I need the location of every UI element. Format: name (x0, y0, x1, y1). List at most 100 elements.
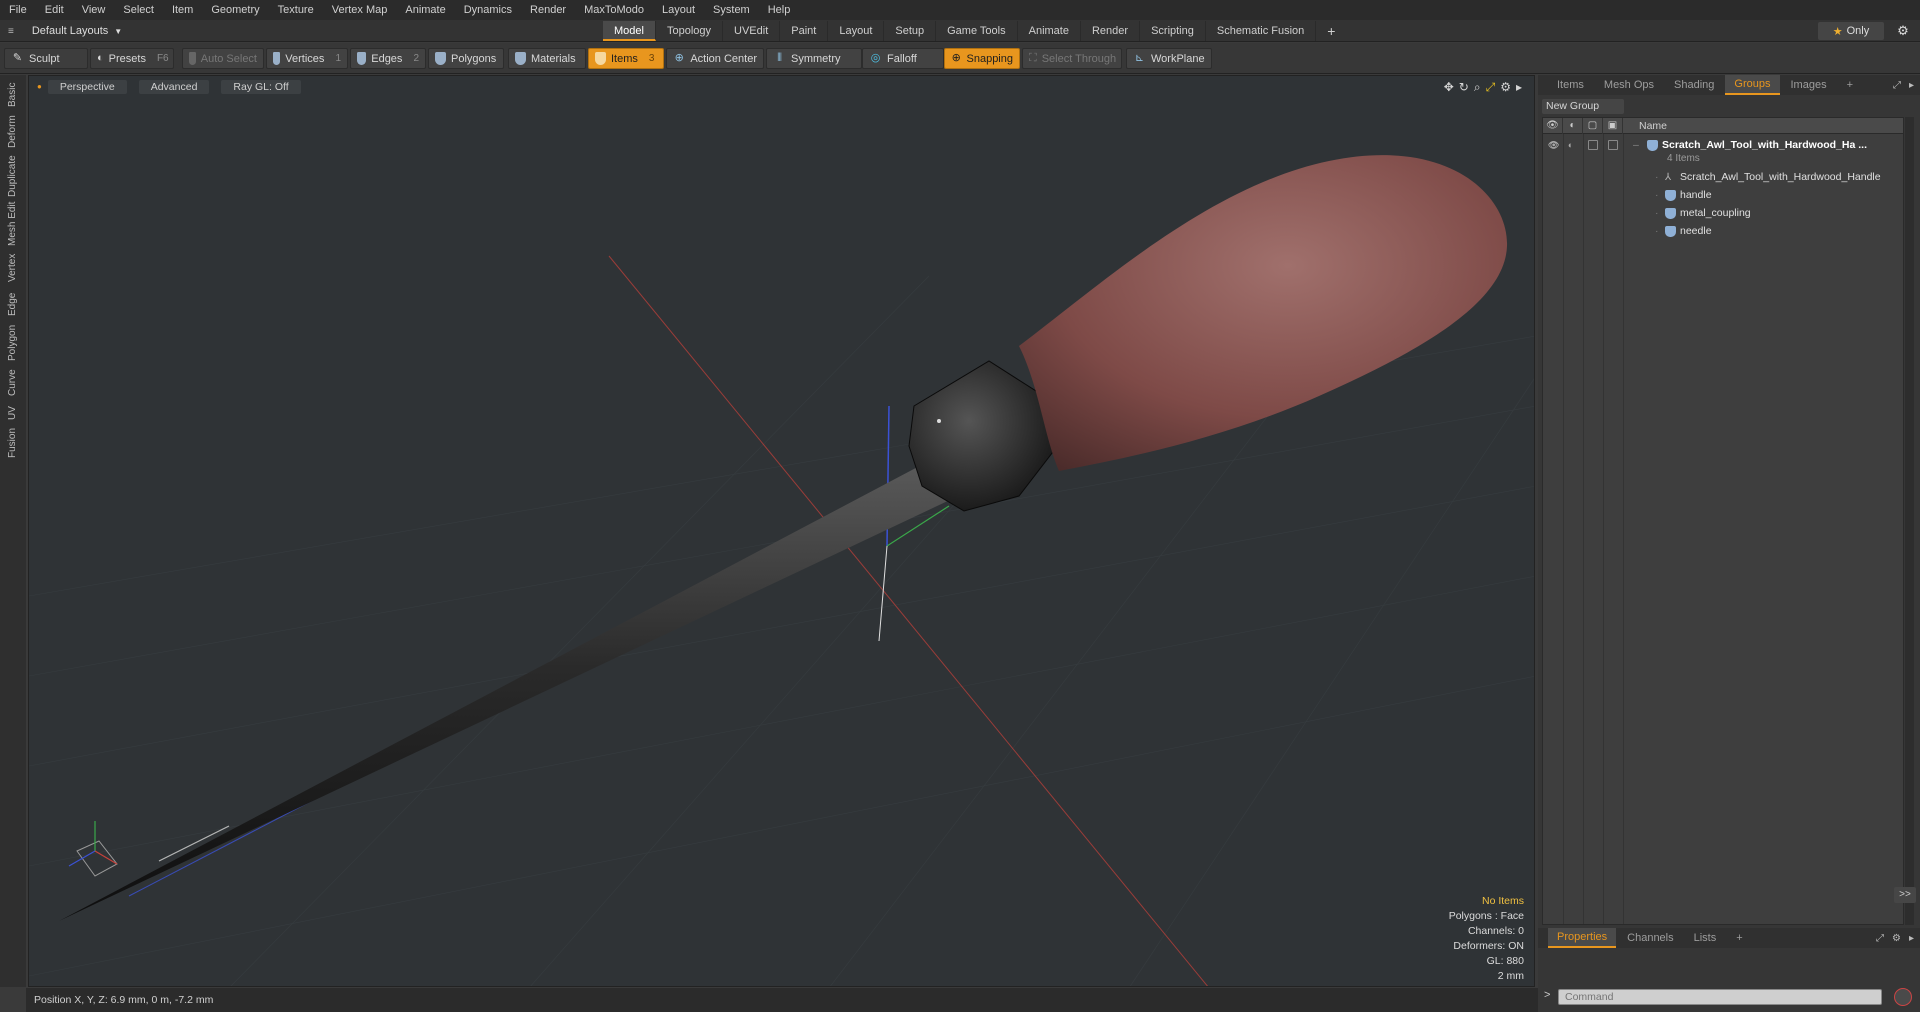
maximize-icon[interactable]: ⤢ (1893, 80, 1901, 91)
only-button[interactable]: ★ Only (1818, 22, 1884, 40)
expand-button[interactable]: >> (1894, 887, 1916, 903)
viewport-gear-icon[interactable]: ⚙ (1500, 80, 1511, 95)
shading-mode-button[interactable]: Advanced (138, 80, 210, 94)
gear-icon[interactable]: ⚙ (1892, 933, 1901, 944)
layout-tab[interactable]: Topology (656, 21, 724, 41)
panel-tab[interactable]: Groups (1725, 75, 1780, 95)
menu-item[interactable]: Edit (36, 0, 73, 20)
stat-polygons: Polygons : Face (1448, 910, 1524, 922)
zoom-icon[interactable]: ⌕ (1474, 80, 1481, 95)
view-mode-button[interactable]: Perspective (47, 80, 127, 94)
add-layout-tab-button[interactable]: + (1316, 21, 1346, 41)
side-tab[interactable]: Fusion (4, 427, 21, 459)
pan-icon[interactable]: ✥ (1444, 80, 1454, 95)
layout-tab[interactable]: Game Tools (936, 21, 1018, 41)
menu-item[interactable]: MaxToModo (575, 0, 653, 20)
panel-tab[interactable]: Properties (1548, 928, 1617, 948)
menu-item[interactable]: Geometry (202, 0, 268, 20)
3d-viewport[interactable]: ● Perspective Advanced Ray GL: Off ✥ ↻ ⌕… (28, 75, 1535, 987)
panel-tab[interactable]: Mesh Ops (1595, 76, 1663, 94)
menu-item[interactable]: Vertex Map (323, 0, 397, 20)
side-tab[interactable]: Mesh Edit (4, 201, 21, 247)
items-button[interactable]: Items 3 (588, 48, 664, 69)
menu-item[interactable]: Render (521, 0, 575, 20)
select-column-icon[interactable]: ▣ (1603, 118, 1623, 134)
menu-item[interactable]: Select (114, 0, 163, 20)
layout-tab[interactable]: Schematic Fusion (1206, 21, 1317, 41)
add-tab-button[interactable]: + (1727, 929, 1751, 947)
lock-column-icon[interactable]: ▢ (1583, 118, 1603, 134)
layout-tab[interactable]: Model (603, 21, 656, 41)
symmetry-button[interactable]: ⫴ Symmetry (766, 48, 862, 69)
layout-tab[interactable]: Scripting (1140, 21, 1206, 41)
menu-item[interactable]: Help (759, 0, 800, 20)
menu-item[interactable]: Layout (653, 0, 704, 20)
panel-tab[interactable]: Items (1548, 76, 1593, 94)
select-through-button[interactable]: ⛶ Select Through (1022, 48, 1122, 69)
symmetry-icon: ⫴ (777, 52, 782, 64)
menu-item[interactable]: Animate (396, 0, 454, 20)
new-group-button[interactable]: New Group (1542, 99, 1624, 114)
layout-selector[interactable]: ≡ Default Layouts ▼ (8, 22, 122, 40)
stat-channels: Channels: 0 (1467, 925, 1524, 937)
vertices-button[interactable]: Vertices 1 (266, 48, 348, 69)
side-tab[interactable]: Basic (4, 81, 21, 109)
layout-tab[interactable]: Layout (828, 21, 885, 41)
panel-tab[interactable]: Images (1782, 76, 1836, 94)
list-scrollbar[interactable] (1905, 117, 1914, 925)
materials-button[interactable]: Materials (508, 48, 586, 69)
layout-tab[interactable]: Render (1081, 21, 1141, 41)
raygl-button[interactable]: Ray GL: Off (221, 80, 301, 94)
menu-item[interactable]: View (73, 0, 115, 20)
collapse-icon[interactable]: ≡ (8, 26, 14, 37)
maximize-icon[interactable]: ⤢ (1486, 80, 1496, 95)
layout-tab[interactable]: Animate (1018, 21, 1081, 41)
command-stop-icon[interactable] (1894, 988, 1912, 1006)
panel-tab[interactable]: Shading (1665, 76, 1723, 94)
tree-item[interactable]: · ⅄ Scratch_Awl_Tool_with_Hardwood_Handle (1543, 168, 1903, 186)
maximize-icon[interactable]: ⤢ (1876, 933, 1884, 944)
viewport-menu-icon[interactable]: ▸ (1516, 80, 1522, 95)
panel-menu-icon[interactable]: ▸ (1909, 80, 1914, 91)
action-center-button[interactable]: ⊕ Action Center (666, 48, 764, 69)
visibility-column-icon[interactable]: 👁 (1543, 118, 1563, 134)
falloff-button[interactable]: ◎ Falloff (862, 48, 944, 69)
edges-button[interactable]: Edges 2 (350, 48, 426, 69)
menu-item[interactable]: Dynamics (455, 0, 521, 20)
name-column-header[interactable]: Name (1639, 118, 1667, 134)
tree-item[interactable]: · metal_coupling (1543, 204, 1903, 222)
rotate-icon[interactable]: ↻ (1459, 80, 1469, 95)
add-tab-button[interactable]: + (1838, 76, 1862, 94)
polygons-button[interactable]: Polygons (428, 48, 504, 69)
tree-item[interactable]: · handle (1543, 186, 1903, 204)
auto-select-button[interactable]: Auto Select (182, 48, 264, 69)
side-tab[interactable]: UV (4, 403, 21, 423)
panel-menu-icon[interactable]: ▸ (1909, 933, 1914, 944)
menu-item[interactable]: System (704, 0, 759, 20)
layout-tab[interactable]: UVEdit (723, 21, 781, 41)
command-input[interactable] (1558, 989, 1882, 1005)
menu-item[interactable]: Item (163, 0, 202, 20)
side-tab[interactable]: Edge (4, 289, 21, 319)
gear-icon[interactable]: ⚙ (1894, 22, 1912, 40)
snapping-button[interactable]: ⊕ Snapping (944, 48, 1020, 69)
sculpt-button[interactable]: ✎ Sculpt (4, 48, 88, 69)
panel-tab[interactable]: Lists (1685, 929, 1726, 947)
panel-tab[interactable]: Channels (1618, 929, 1682, 947)
sculpt-label: Sculpt (29, 52, 60, 65)
side-tab[interactable]: Duplicate (4, 155, 21, 197)
menu-item[interactable]: File (0, 0, 36, 20)
render-column-icon[interactable]: ◐ (1563, 118, 1583, 134)
side-tab[interactable]: Curve (4, 367, 21, 399)
layout-tab[interactable]: Setup (884, 21, 937, 41)
side-tab[interactable]: Deform (4, 113, 21, 151)
menu-item[interactable]: Texture (269, 0, 323, 20)
tree-item[interactable]: · needle (1543, 222, 1903, 240)
workplane-button[interactable]: ⊾ WorkPlane (1126, 48, 1212, 69)
side-tab[interactable]: Vertex (4, 251, 21, 285)
presets-button[interactable]: ◐ Presets F6 (90, 48, 174, 69)
vertices-count: 1 (335, 53, 341, 64)
side-tab[interactable]: Polygon (4, 323, 21, 363)
layout-tab[interactable]: Paint (780, 21, 829, 41)
needle-mesh (59, 461, 954, 921)
